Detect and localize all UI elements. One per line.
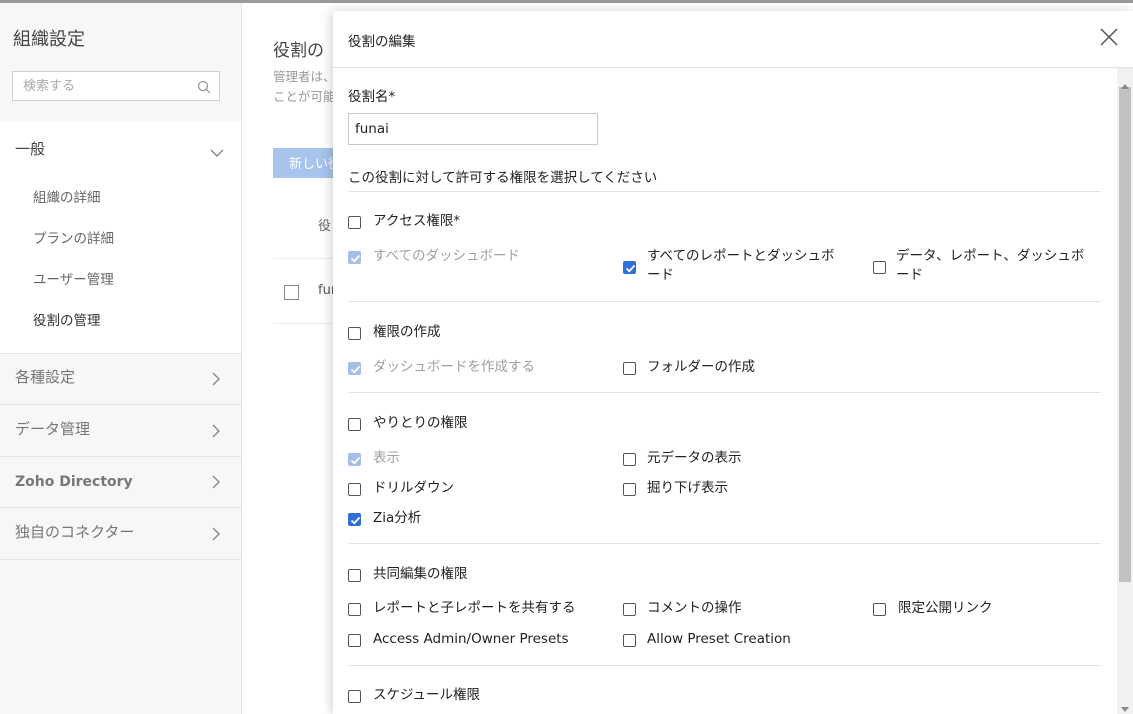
interaction-permission-label: やりとりの権限 xyxy=(373,415,468,431)
collaboration-permission-label: 共同編集の権限 xyxy=(373,566,468,582)
all-reports-dashboards-label: すべてのレポートとダッシュボード xyxy=(647,248,835,283)
search-icon[interactable] xyxy=(197,79,211,98)
chevron-down-icon[interactable] xyxy=(210,142,224,161)
drill-through-checkbox[interactable] xyxy=(623,483,636,496)
edit-role-dialog: 役割の編集 役割名* この役割に対して許可する権限を選択してください アクセス権… xyxy=(333,11,1133,714)
drill-through-label: 掘り下げ表示 xyxy=(647,480,728,496)
sidebar-section-label: 各種設定 xyxy=(15,368,76,386)
share-reports-label: レポートと子レポートを共有する xyxy=(373,600,576,616)
sidebar-item-role-management[interactable]: 役割の管理 xyxy=(33,309,101,329)
divider xyxy=(348,665,1101,666)
create-dashboard-label: ダッシュボードを作成する xyxy=(373,359,535,375)
page-description: 管理者は、 ことが可能 xyxy=(273,67,336,107)
create-folder-checkbox[interactable] xyxy=(623,362,636,375)
sidebar: 組織設定 一般 組織の詳細 プランの詳細 ユーザー管理 役割の管理 各種設定 デ… xyxy=(0,3,242,714)
create-folder-label: フォルダーの作成 xyxy=(647,359,755,375)
divider xyxy=(348,543,1101,544)
zia-analysis-label: Zia分析 xyxy=(373,510,422,526)
role-name-label: 役割名* xyxy=(348,89,396,105)
chevron-right-icon xyxy=(212,526,220,545)
access-permission-label: アクセス権限* xyxy=(373,213,461,229)
permissions-prompt: この役割に対して許可する権限を選択してください xyxy=(348,170,658,186)
page-description-line: ことが可能 xyxy=(273,89,336,104)
data-reports-dashboards-label: データ、レポート、ダッシュボード xyxy=(896,248,1085,283)
access-admin-presets-label: Access Admin/Owner Presets xyxy=(373,631,569,647)
view-label: 表示 xyxy=(373,450,400,466)
dialog-title: 役割の編集 xyxy=(348,34,416,50)
page-title: 役割の xyxy=(273,41,324,61)
page-description-line: 管理者は、 xyxy=(273,69,336,84)
data-reports-dashboards-checkbox[interactable] xyxy=(873,261,886,274)
access-permission-checkbox[interactable] xyxy=(348,216,361,229)
zia-analysis-checkbox[interactable] xyxy=(348,513,361,526)
create-dashboard-checkbox xyxy=(348,362,361,375)
sidebar-section-label: データ管理 xyxy=(15,420,91,438)
chevron-right-icon xyxy=(212,371,220,390)
view-checkbox xyxy=(348,453,361,466)
sidebar-section-custom-connectors[interactable]: 独自のコネクター xyxy=(0,508,241,560)
search-input[interactable] xyxy=(13,72,203,100)
dialog-header: 役割の編集 xyxy=(333,11,1133,68)
chevron-right-icon xyxy=(212,423,220,442)
view-underlying-data-label: 元データの表示 xyxy=(647,450,742,466)
sidebar-group-general-label[interactable]: 一般 xyxy=(15,138,45,159)
access-admin-presets-checkbox[interactable] xyxy=(348,634,361,647)
divider xyxy=(348,392,1101,393)
sidebar-item-plan-details[interactable]: プランの詳細 xyxy=(33,227,114,247)
check-icon xyxy=(350,365,361,374)
sidebar-section-data-management[interactable]: データ管理 xyxy=(0,405,241,457)
sidebar-section-zoho-directory[interactable]: Zoho Directory xyxy=(0,456,241,508)
search-box[interactable] xyxy=(12,71,220,101)
interaction-permission-checkbox[interactable] xyxy=(348,418,361,431)
comments-checkbox[interactable] xyxy=(623,603,636,616)
private-link-checkbox[interactable] xyxy=(873,603,886,616)
check-icon xyxy=(350,516,361,525)
check-icon xyxy=(350,456,361,465)
sidebar-section-settings[interactable]: 各種設定 xyxy=(0,353,241,405)
allow-preset-creation-label: Allow Preset Creation xyxy=(647,631,791,647)
divider xyxy=(348,191,1101,192)
table-header: 役 xyxy=(318,219,332,234)
sidebar-section-label: Zoho Directory xyxy=(15,474,133,490)
create-permission-label: 権限の作成 xyxy=(373,324,441,340)
chevron-right-icon xyxy=(212,474,220,493)
check-icon xyxy=(350,254,361,263)
row-checkbox[interactable] xyxy=(284,285,299,300)
scrollbar-thumb[interactable] xyxy=(1119,87,1131,582)
all-dashboards-label: すべてのダッシュボード xyxy=(373,248,521,264)
sidebar-section-label: 独自のコネクター xyxy=(15,523,135,541)
drill-down-label: ドリルダウン xyxy=(373,480,454,496)
collaboration-permission-checkbox[interactable] xyxy=(348,569,361,582)
scroll-down-arrow-icon[interactable] xyxy=(1121,697,1129,714)
divider xyxy=(348,301,1101,302)
drill-down-checkbox[interactable] xyxy=(348,483,361,496)
sidebar-title: 組織設定 xyxy=(13,29,85,50)
schedule-permission-checkbox[interactable] xyxy=(348,690,361,703)
all-dashboards-checkbox xyxy=(348,251,361,264)
comments-label: コメントの操作 xyxy=(647,600,742,616)
role-name-input[interactable] xyxy=(348,113,598,145)
share-reports-checkbox[interactable] xyxy=(348,603,361,616)
private-link-label: 限定公開リンク xyxy=(898,600,993,616)
all-reports-dashboards-checkbox[interactable] xyxy=(623,261,636,274)
sidebar-group-general: 一般 組織の詳細 プランの詳細 ユーザー管理 役割の管理 xyxy=(0,121,241,354)
view-underlying-data-checkbox[interactable] xyxy=(623,453,636,466)
check-icon xyxy=(625,264,636,273)
close-icon[interactable] xyxy=(1099,27,1119,47)
schedule-permission-label: スケジュール権限 xyxy=(373,687,481,703)
scroll-up-arrow-icon[interactable] xyxy=(1121,74,1129,93)
create-permission-checkbox[interactable] xyxy=(348,327,361,340)
allow-preset-creation-checkbox[interactable] xyxy=(623,634,636,647)
sidebar-item-org-details[interactable]: 組織の詳細 xyxy=(33,186,101,206)
sidebar-item-user-management[interactable]: ユーザー管理 xyxy=(33,268,114,288)
